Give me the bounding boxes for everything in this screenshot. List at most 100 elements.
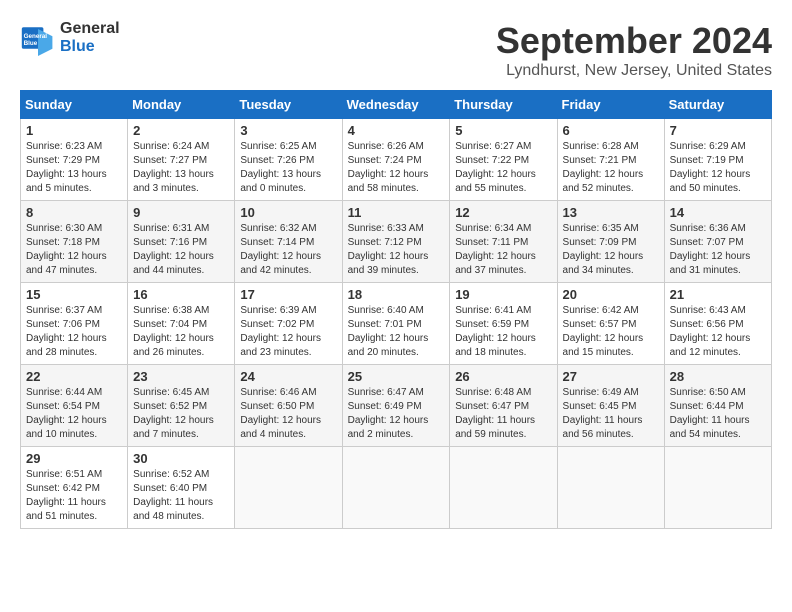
calendar-cell: 1 Sunrise: 6:23 AM Sunset: 7:29 PM Dayli… bbox=[21, 119, 128, 201]
day-number: 1 bbox=[26, 123, 122, 138]
day-number: 8 bbox=[26, 205, 122, 220]
calendar-cell: 6 Sunrise: 6:28 AM Sunset: 7:21 PM Dayli… bbox=[557, 119, 664, 201]
header-friday: Friday bbox=[557, 91, 664, 119]
calendar-week-row: 15 Sunrise: 6:37 AM Sunset: 7:06 PM Dayl… bbox=[21, 283, 772, 365]
header-tuesday: Tuesday bbox=[235, 91, 342, 119]
calendar-cell: 11 Sunrise: 6:33 AM Sunset: 7:12 PM Dayl… bbox=[342, 201, 450, 283]
day-info: Sunrise: 6:35 AM Sunset: 7:09 PM Dayligh… bbox=[563, 222, 659, 278]
logo-icon: General Blue bbox=[20, 20, 56, 56]
calendar-cell bbox=[450, 447, 557, 529]
day-number: 23 bbox=[133, 369, 229, 384]
day-info: Sunrise: 6:32 AM Sunset: 7:14 PM Dayligh… bbox=[240, 222, 336, 278]
header-thursday: Thursday bbox=[450, 91, 557, 119]
day-info: Sunrise: 6:44 AM Sunset: 6:54 PM Dayligh… bbox=[26, 386, 122, 442]
day-info: Sunrise: 6:40 AM Sunset: 7:01 PM Dayligh… bbox=[348, 304, 445, 360]
day-info: Sunrise: 6:33 AM Sunset: 7:12 PM Dayligh… bbox=[348, 222, 445, 278]
calendar-cell: 18 Sunrise: 6:40 AM Sunset: 7:01 PM Dayl… bbox=[342, 283, 450, 365]
day-number: 10 bbox=[240, 205, 336, 220]
day-info: Sunrise: 6:50 AM Sunset: 6:44 PM Dayligh… bbox=[670, 386, 766, 442]
calendar-cell: 8 Sunrise: 6:30 AM Sunset: 7:18 PM Dayli… bbox=[21, 201, 128, 283]
calendar-cell: 17 Sunrise: 6:39 AM Sunset: 7:02 PM Dayl… bbox=[235, 283, 342, 365]
day-number: 9 bbox=[133, 205, 229, 220]
calendar-week-row: 22 Sunrise: 6:44 AM Sunset: 6:54 PM Dayl… bbox=[21, 365, 772, 447]
day-number: 15 bbox=[26, 287, 122, 302]
header-saturday: Saturday bbox=[664, 91, 771, 119]
logo-text-line2: Blue bbox=[60, 38, 120, 56]
svg-text:Blue: Blue bbox=[24, 40, 38, 47]
calendar-cell: 21 Sunrise: 6:43 AM Sunset: 6:56 PM Dayl… bbox=[664, 283, 771, 365]
day-number: 5 bbox=[455, 123, 551, 138]
day-info: Sunrise: 6:30 AM Sunset: 7:18 PM Dayligh… bbox=[26, 222, 122, 278]
calendar-cell bbox=[664, 447, 771, 529]
day-info: Sunrise: 6:43 AM Sunset: 6:56 PM Dayligh… bbox=[670, 304, 766, 360]
calendar-cell: 29 Sunrise: 6:51 AM Sunset: 6:42 PM Dayl… bbox=[21, 447, 128, 529]
day-info: Sunrise: 6:45 AM Sunset: 6:52 PM Dayligh… bbox=[133, 386, 229, 442]
day-number: 25 bbox=[348, 369, 445, 384]
day-info: Sunrise: 6:36 AM Sunset: 7:07 PM Dayligh… bbox=[670, 222, 766, 278]
calendar-cell: 26 Sunrise: 6:48 AM Sunset: 6:47 PM Dayl… bbox=[450, 365, 557, 447]
calendar-cell: 3 Sunrise: 6:25 AM Sunset: 7:26 PM Dayli… bbox=[235, 119, 342, 201]
calendar-cell: 22 Sunrise: 6:44 AM Sunset: 6:54 PM Dayl… bbox=[21, 365, 128, 447]
calendar-cell: 7 Sunrise: 6:29 AM Sunset: 7:19 PM Dayli… bbox=[664, 119, 771, 201]
calendar-cell bbox=[235, 447, 342, 529]
day-number: 19 bbox=[455, 287, 551, 302]
calendar-cell: 20 Sunrise: 6:42 AM Sunset: 6:57 PM Dayl… bbox=[557, 283, 664, 365]
day-number: 6 bbox=[563, 123, 659, 138]
calendar-cell: 15 Sunrise: 6:37 AM Sunset: 7:06 PM Dayl… bbox=[21, 283, 128, 365]
calendar-table: Sunday Monday Tuesday Wednesday Thursday… bbox=[20, 90, 772, 529]
calendar-cell: 19 Sunrise: 6:41 AM Sunset: 6:59 PM Dayl… bbox=[450, 283, 557, 365]
day-number: 28 bbox=[670, 369, 766, 384]
day-info: Sunrise: 6:38 AM Sunset: 7:04 PM Dayligh… bbox=[133, 304, 229, 360]
header-wednesday: Wednesday bbox=[342, 91, 450, 119]
header-sunday: Sunday bbox=[21, 91, 128, 119]
calendar-cell: 30 Sunrise: 6:52 AM Sunset: 6:40 PM Dayl… bbox=[128, 447, 235, 529]
day-number: 7 bbox=[670, 123, 766, 138]
day-number: 29 bbox=[26, 451, 122, 466]
page-header: General Blue General Blue September 2024… bbox=[20, 20, 772, 80]
day-number: 16 bbox=[133, 287, 229, 302]
day-number: 4 bbox=[348, 123, 445, 138]
header-monday: Monday bbox=[128, 91, 235, 119]
day-number: 14 bbox=[670, 205, 766, 220]
day-number: 20 bbox=[563, 287, 659, 302]
day-info: Sunrise: 6:29 AM Sunset: 7:19 PM Dayligh… bbox=[670, 140, 766, 196]
day-info: Sunrise: 6:34 AM Sunset: 7:11 PM Dayligh… bbox=[455, 222, 551, 278]
day-number: 27 bbox=[563, 369, 659, 384]
logo: General Blue General Blue bbox=[20, 20, 120, 56]
calendar-cell: 5 Sunrise: 6:27 AM Sunset: 7:22 PM Dayli… bbox=[450, 119, 557, 201]
day-number: 17 bbox=[240, 287, 336, 302]
day-info: Sunrise: 6:25 AM Sunset: 7:26 PM Dayligh… bbox=[240, 140, 336, 196]
day-number: 2 bbox=[133, 123, 229, 138]
day-info: Sunrise: 6:27 AM Sunset: 7:22 PM Dayligh… bbox=[455, 140, 551, 196]
day-info: Sunrise: 6:26 AM Sunset: 7:24 PM Dayligh… bbox=[348, 140, 445, 196]
subtitle: Lyndhurst, New Jersey, United States bbox=[496, 62, 772, 80]
logo-text-line1: General bbox=[60, 20, 120, 38]
day-number: 13 bbox=[563, 205, 659, 220]
calendar-cell: 9 Sunrise: 6:31 AM Sunset: 7:16 PM Dayli… bbox=[128, 201, 235, 283]
day-info: Sunrise: 6:47 AM Sunset: 6:49 PM Dayligh… bbox=[348, 386, 445, 442]
day-number: 21 bbox=[670, 287, 766, 302]
day-number: 12 bbox=[455, 205, 551, 220]
calendar-cell: 4 Sunrise: 6:26 AM Sunset: 7:24 PM Dayli… bbox=[342, 119, 450, 201]
calendar-cell: 23 Sunrise: 6:45 AM Sunset: 6:52 PM Dayl… bbox=[128, 365, 235, 447]
day-number: 3 bbox=[240, 123, 336, 138]
day-number: 18 bbox=[348, 287, 445, 302]
svg-text:General: General bbox=[24, 33, 48, 40]
main-title: September 2024 bbox=[496, 20, 772, 62]
calendar-week-row: 29 Sunrise: 6:51 AM Sunset: 6:42 PM Dayl… bbox=[21, 447, 772, 529]
calendar-cell: 16 Sunrise: 6:38 AM Sunset: 7:04 PM Dayl… bbox=[128, 283, 235, 365]
calendar-cell: 27 Sunrise: 6:49 AM Sunset: 6:45 PM Dayl… bbox=[557, 365, 664, 447]
day-number: 11 bbox=[348, 205, 445, 220]
calendar-cell: 25 Sunrise: 6:47 AM Sunset: 6:49 PM Dayl… bbox=[342, 365, 450, 447]
title-block: September 2024 Lyndhurst, New Jersey, Un… bbox=[496, 20, 772, 80]
day-info: Sunrise: 6:31 AM Sunset: 7:16 PM Dayligh… bbox=[133, 222, 229, 278]
calendar-cell: 24 Sunrise: 6:46 AM Sunset: 6:50 PM Dayl… bbox=[235, 365, 342, 447]
day-info: Sunrise: 6:23 AM Sunset: 7:29 PM Dayligh… bbox=[26, 140, 122, 196]
calendar-cell: 2 Sunrise: 6:24 AM Sunset: 7:27 PM Dayli… bbox=[128, 119, 235, 201]
calendar-cell: 13 Sunrise: 6:35 AM Sunset: 7:09 PM Dayl… bbox=[557, 201, 664, 283]
day-info: Sunrise: 6:52 AM Sunset: 6:40 PM Dayligh… bbox=[133, 468, 229, 524]
calendar-week-row: 1 Sunrise: 6:23 AM Sunset: 7:29 PM Dayli… bbox=[21, 119, 772, 201]
day-info: Sunrise: 6:42 AM Sunset: 6:57 PM Dayligh… bbox=[563, 304, 659, 360]
day-info: Sunrise: 6:46 AM Sunset: 6:50 PM Dayligh… bbox=[240, 386, 336, 442]
calendar-header-row: Sunday Monday Tuesday Wednesday Thursday… bbox=[21, 91, 772, 119]
